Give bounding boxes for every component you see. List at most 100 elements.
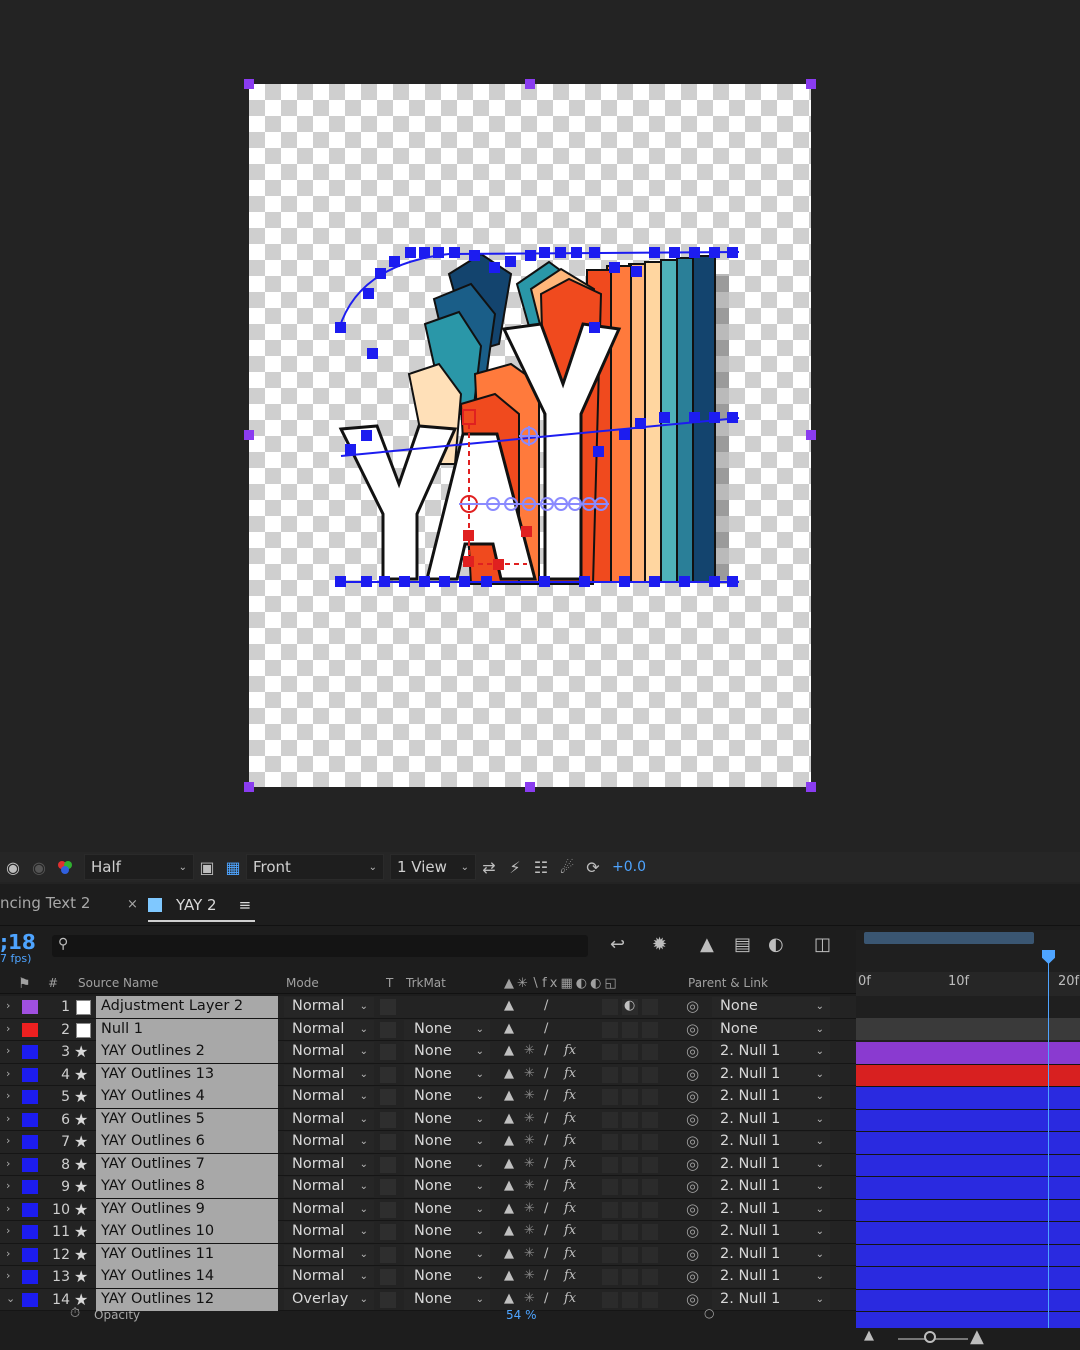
collapse-switch-icon[interactable]: ✳	[524, 1133, 535, 1148]
layer-row[interactable]: › 6 ★ YAY Outlines 5 Normal ⌄ None ⌄ ▲ ✳ ∕…	[0, 1108, 856, 1131]
chevron-right-icon[interactable]: ›	[6, 1157, 10, 1170]
3d-layer-switch[interactable]	[642, 1201, 658, 1218]
parent-pickwhip-icon[interactable]: ◎	[686, 1177, 699, 1195]
collapse-switch-icon[interactable]: ✳	[524, 1223, 535, 1238]
track-matte-dropdown[interactable]: None ⌄	[404, 1042, 490, 1062]
3d-layer-switch[interactable]	[642, 1269, 658, 1285]
column-trkmat[interactable]: TrkMat	[406, 976, 446, 990]
camera-icon[interactable]: ◉	[0, 854, 26, 880]
parent-pickwhip-icon[interactable]: ◎	[686, 1110, 699, 1128]
transform-handle-top-right[interactable]	[806, 79, 816, 89]
layer-mode-dropdown[interactable]: Normal ⌄	[284, 1064, 374, 1085]
track-matte-dropdown[interactable]: None ⌄	[404, 1244, 490, 1265]
chevron-right-icon[interactable]: ›	[6, 1179, 10, 1192]
close-icon[interactable]: ×	[127, 897, 138, 912]
motion-blur-icon[interactable]: ◐	[768, 934, 784, 955]
layer-source-name[interactable]: YAY Outlines 9	[96, 1198, 278, 1221]
playhead-line[interactable]	[1048, 950, 1049, 1340]
collapse-switch-icon[interactable]: ✳	[524, 1246, 535, 1261]
motion-blur-switch[interactable]	[622, 1246, 638, 1263]
hide-shy-layers-icon[interactable]: ▲	[700, 934, 714, 955]
layer-source-name[interactable]: YAY Outlines 10	[96, 1221, 278, 1243]
layer-duration-bar[interactable]	[856, 1042, 1080, 1065]
frame-blend-switch[interactable]	[602, 1134, 618, 1150]
parent-link-dropdown[interactable]: 2. Null 1 ⌄	[712, 1087, 830, 1107]
layer-row[interactable]: › 13 ★ YAY Outlines 14 Normal ⌄ None ⌄ ▲ ✳…	[0, 1266, 856, 1289]
parent-link-dropdown[interactable]: 2. Null 1 ⌄	[712, 1064, 830, 1085]
layer-duration-bar[interactable]	[856, 1289, 1080, 1312]
column-source-name[interactable]: Source Name	[78, 976, 158, 990]
composition-mini-flowchart-icon[interactable]: ↩	[610, 934, 625, 955]
transform-handle-bottom-right[interactable]	[806, 782, 816, 792]
chevron-right-icon[interactable]: ›	[6, 1134, 10, 1147]
chevron-right-icon[interactable]: ›	[6, 1112, 10, 1125]
graph-editor-icon[interactable]: ◫	[814, 934, 831, 955]
layer-mode-dropdown[interactable]: Overlay ⌄	[284, 1289, 374, 1310]
tab-previous-composition[interactable]: ncing Text 2	[0, 894, 90, 912]
transparency-grid-icon[interactable]: ▦	[220, 854, 246, 880]
motion-blur-switch[interactable]	[622, 1156, 638, 1173]
parent-pickwhip-icon[interactable]: ◎	[686, 1222, 699, 1240]
work-area-bar[interactable]	[864, 932, 1034, 944]
current-timecode[interactable]: ;18	[0, 930, 36, 954]
transform-handle-middle-left[interactable]	[244, 430, 254, 440]
transform-handle-bottom-center[interactable]	[525, 782, 535, 792]
collapse-switch-icon[interactable]: ✳	[524, 1268, 535, 1283]
quality-switch-icon[interactable]: ∕	[544, 1088, 548, 1103]
property-value[interactable]: 54 %	[506, 1308, 537, 1322]
layer-row[interactable]: › 9 ★ YAY Outlines 8 Normal ⌄ None ⌄ ▲ ✳ ∕…	[0, 1176, 856, 1199]
quality-switch-icon[interactable]: ∕	[544, 1133, 548, 1148]
composition-viewer[interactable]	[0, 0, 1080, 850]
quality-switch-icon[interactable]: ∕	[544, 1178, 548, 1193]
effects-switch-icon[interactable]: fx	[564, 1246, 576, 1261]
shy-switch-icon[interactable]: ▲	[504, 1178, 514, 1193]
panel-menu-icon[interactable]: ≡	[239, 896, 252, 914]
3d-layer-switch[interactable]	[642, 999, 658, 1015]
collapse-switch-icon[interactable]: ✳	[524, 1066, 535, 1081]
preserve-transparency-toggle[interactable]	[380, 1111, 396, 1128]
layer-mode-dropdown[interactable]: Normal ⌄	[284, 1019, 374, 1040]
fast-preview-icon[interactable]: ⚡	[502, 854, 528, 880]
collapse-switch-icon[interactable]: ✳	[524, 1178, 535, 1193]
time-ruler[interactable]: 0f 10f 20f	[856, 972, 1080, 996]
reset-exposure-icon[interactable]: ⟳	[580, 854, 606, 880]
chevron-right-icon[interactable]: ›	[6, 1089, 10, 1102]
view-angle-dropdown[interactable]: Front ⌄	[246, 854, 384, 880]
view-layout-dropdown[interactable]: 1 View ⌄	[390, 854, 476, 880]
flowchart-icon[interactable]: ☄	[554, 854, 580, 880]
parent-link-dropdown[interactable]: 2. Null 1 ⌄	[712, 1109, 830, 1130]
column-number[interactable]: #	[48, 976, 58, 990]
track-matte-dropdown[interactable]: None ⌄	[404, 1199, 490, 1220]
shy-switch-icon[interactable]: ▲	[504, 1201, 514, 1216]
3d-layer-switch[interactable]	[642, 1044, 658, 1060]
motion-blur-switch[interactable]	[622, 1269, 638, 1285]
zoom-slider-thumb[interactable]	[924, 1331, 936, 1343]
layer-duration-bar[interactable]	[856, 1087, 1080, 1110]
label-color-swatch[interactable]	[22, 1135, 38, 1149]
preserve-transparency-toggle[interactable]	[380, 1269, 396, 1285]
transform-handle-bottom-left[interactable]	[244, 782, 254, 792]
layer-search-input[interactable]: ⚲	[52, 935, 588, 957]
collapse-switch-icon[interactable]: ✳	[524, 1043, 535, 1058]
frame-blend-switch[interactable]	[602, 1179, 618, 1195]
label-color-swatch[interactable]	[22, 1202, 38, 1217]
motion-blur-switch[interactable]	[622, 1111, 638, 1128]
motion-blur-switch[interactable]	[622, 1021, 638, 1038]
parent-pickwhip-icon[interactable]: ◎	[686, 1087, 699, 1105]
layer-row[interactable]: › 7 ★ YAY Outlines 6 Normal ⌄ None ⌄ ▲ ✳ ∕…	[0, 1131, 856, 1154]
layer-mode-dropdown[interactable]: Normal ⌄	[284, 1177, 374, 1197]
chevron-right-icon[interactable]: ›	[6, 1067, 10, 1080]
expression-pickwhip-icon[interactable]: ○	[704, 1306, 714, 1320]
track-matte-dropdown[interactable]: None ⌄	[404, 1109, 490, 1130]
chevron-right-icon[interactable]: ›	[6, 1269, 10, 1282]
parent-pickwhip-icon[interactable]: ◎	[686, 1155, 699, 1173]
track-matte-dropdown[interactable]: None ⌄	[404, 1267, 490, 1287]
collapse-switch-icon[interactable]: ✳	[524, 1088, 535, 1103]
draft-3d-icon[interactable]: ✹	[652, 934, 667, 955]
layer-row[interactable]: › 5 ★ YAY Outlines 4 Normal ⌄ None ⌄ ▲ ✳ ∕…	[0, 1086, 856, 1109]
motion-blur-switch[interactable]	[622, 1291, 638, 1308]
collapse-switch-icon[interactable]: ✳	[524, 1156, 535, 1171]
parent-link-dropdown[interactable]: 2. Null 1 ⌄	[712, 1154, 830, 1175]
column-mode[interactable]: Mode	[286, 976, 319, 990]
track-matte-dropdown[interactable]: None ⌄	[404, 1177, 490, 1197]
